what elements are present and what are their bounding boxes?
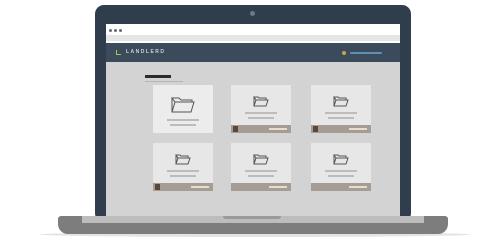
card-meta-line <box>328 117 354 119</box>
minimize-dot-icon[interactable] <box>114 29 117 32</box>
status-tag <box>349 186 367 188</box>
folder-icon <box>171 97 195 113</box>
brand-name[interactable]: LANDLERD <box>126 48 166 56</box>
window-controls <box>109 29 122 32</box>
owner-avatar <box>313 126 318 132</box>
laptop-screen: LANDLERD <box>106 24 400 216</box>
folder-icon <box>253 96 269 107</box>
folder-card-selected[interactable] <box>153 85 213 133</box>
card-meta-line <box>328 175 354 177</box>
folder-icon <box>175 154 191 165</box>
card-title-line <box>245 170 277 172</box>
card-title-line <box>325 170 357 172</box>
folder-card[interactable] <box>311 85 371 133</box>
maximize-dot-icon[interactable] <box>119 29 122 32</box>
card-footer <box>231 125 291 133</box>
folder-card[interactable] <box>231 85 291 133</box>
user-avatar[interactable] <box>342 51 346 55</box>
status-tag <box>349 128 367 130</box>
folder-icon <box>333 154 349 165</box>
laptop-lid: LANDLERD <box>95 5 411 222</box>
folder-icon <box>253 154 269 165</box>
folder-card[interactable] <box>231 143 291 191</box>
card-footer <box>153 183 213 191</box>
card-footer <box>231 183 291 191</box>
logo-icon <box>116 50 121 55</box>
card-title-line <box>245 112 277 114</box>
folder-icon <box>333 96 349 107</box>
status-tag <box>269 186 287 188</box>
card-footer <box>311 183 371 191</box>
owner-avatar <box>233 126 238 132</box>
app-header: LANDLERD <box>106 43 400 62</box>
user-menu[interactable] <box>350 52 382 54</box>
laptop-notch <box>223 216 281 219</box>
status-tag <box>269 128 287 130</box>
folder-card[interactable] <box>311 143 371 191</box>
card-footer <box>311 125 371 133</box>
status-tag <box>191 186 209 188</box>
card-title-line <box>325 112 357 114</box>
card-title-line <box>167 170 199 172</box>
card-meta-line <box>248 117 274 119</box>
close-dot-icon[interactable] <box>109 29 112 32</box>
owner-avatar <box>155 184 160 190</box>
browser-chrome <box>106 24 400 43</box>
webcam-icon <box>250 11 255 16</box>
card-meta-line <box>248 175 274 177</box>
folder-card[interactable] <box>153 143 213 191</box>
page-title-divider <box>145 81 183 82</box>
page-title <box>145 75 171 78</box>
card-meta-line <box>170 124 196 126</box>
address-bar[interactable] <box>106 35 400 41</box>
card-title-line <box>167 119 199 121</box>
card-meta-line <box>170 175 196 177</box>
